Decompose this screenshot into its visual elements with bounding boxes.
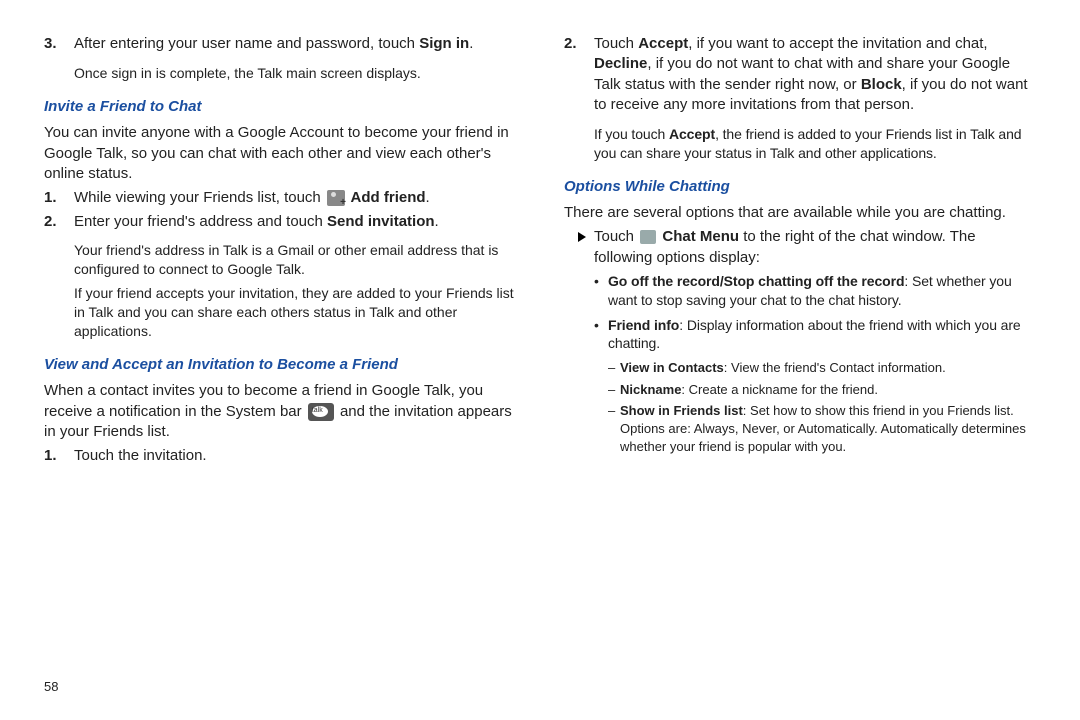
- subopt-nickname: – Nickname: Create a nickname for the fr…: [608, 381, 1036, 399]
- invite-note-2: If your friend accepts your invitation, …: [74, 284, 516, 341]
- step-text: While viewing your Friends list, touch A…: [74, 188, 516, 208]
- invite-note-1: Your friend's address in Talk is a Gmail…: [74, 241, 516, 279]
- arrow-icon: [578, 232, 586, 242]
- view-step-2: 2. Touch Accept, if you want to accept t…: [564, 34, 1036, 169]
- view-step-1: 1. Touch the invitation.: [44, 446, 516, 466]
- signin-step-3: 3. After entering your user name and pas…: [44, 34, 516, 89]
- signin-note: Once sign in is complete, the Talk main …: [74, 64, 516, 83]
- right-column: 2. Touch Accept, if you want to accept t…: [564, 30, 1036, 700]
- step-number: 2.: [564, 34, 594, 169]
- invite-intro: You can invite anyone with a Google Acco…: [44, 123, 516, 184]
- talk-icon: [308, 403, 334, 421]
- add-friend-icon: [327, 190, 345, 206]
- invite-step-2: 2. Enter your friend's address and touch…: [44, 212, 516, 347]
- heading-invite: Invite a Friend to Chat: [44, 97, 516, 117]
- heading-view-accept: View and Accept an Invitation to Become …: [44, 355, 516, 375]
- page-number: 58: [44, 678, 58, 696]
- manual-page: 3. After entering your user name and pas…: [0, 0, 1080, 720]
- step-number: 3.: [44, 34, 74, 89]
- option-go-off-record: • Go off the record/Stop chatting off th…: [594, 272, 1036, 310]
- step-number: 1.: [44, 446, 74, 466]
- dash: –: [608, 381, 620, 399]
- step-text: Touch Accept, if you want to accept the …: [594, 34, 1036, 169]
- options-intro: There are several options that are avail…: [564, 203, 1036, 223]
- option-friend-info: • Friend info: Display information about…: [594, 316, 1036, 354]
- invite-step-1: 1. While viewing your Friends list, touc…: [44, 188, 516, 208]
- arrow-bullet: [578, 227, 594, 268]
- subopt-view-contacts: – View in Contacts: View the friend's Co…: [608, 359, 1036, 377]
- subopt-show-friends-list: – Show in Friends list: Set how to show …: [608, 402, 1036, 455]
- dash: –: [608, 359, 620, 377]
- step-number: 2.: [44, 212, 74, 347]
- bullet: •: [594, 272, 608, 310]
- view-step-2-note: If you touch Accept, the friend is added…: [594, 125, 1036, 163]
- step-text: Enter your friend's address and touch Se…: [74, 212, 516, 347]
- chat-menu-line: Touch Chat Menu to the right of the chat…: [578, 227, 1036, 268]
- step-number: 1.: [44, 188, 74, 208]
- dash: –: [608, 402, 620, 455]
- bullet: •: [594, 316, 608, 354]
- view-intro: When a contact invites you to become a f…: [44, 381, 516, 442]
- chat-menu-icon: [640, 230, 656, 244]
- left-column: 3. After entering your user name and pas…: [44, 30, 516, 700]
- chat-menu-text: Touch Chat Menu to the right of the chat…: [594, 227, 1036, 268]
- heading-options: Options While Chatting: [564, 177, 1036, 197]
- step-text: Touch the invitation.: [74, 446, 516, 466]
- step-text: After entering your user name and passwo…: [74, 34, 516, 89]
